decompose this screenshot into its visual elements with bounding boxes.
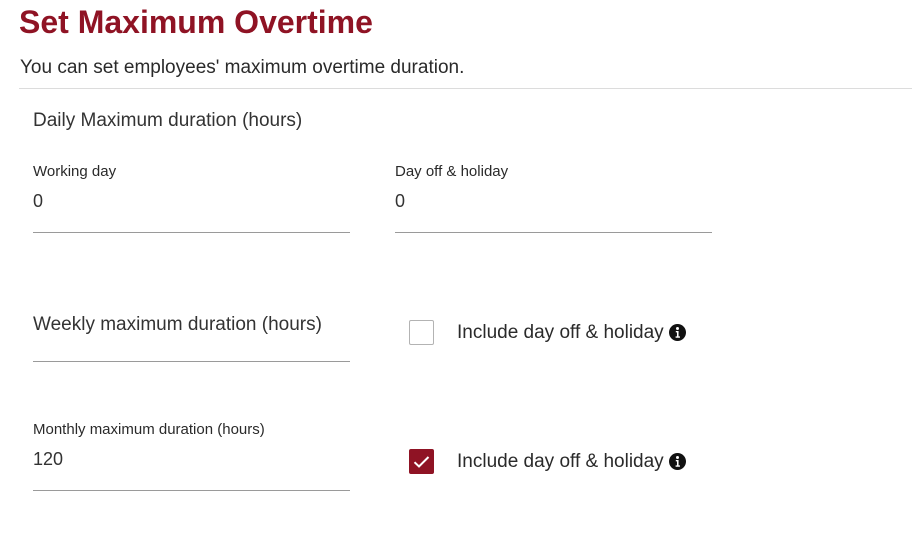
monthly-include-dayoff-option[interactable]: Include day off & holiday bbox=[409, 449, 686, 474]
working-day-field: Working day bbox=[33, 163, 350, 233]
weekly-max-field bbox=[33, 310, 350, 362]
weekly-include-dayoff-label: Include day off & holiday bbox=[457, 321, 664, 343]
monthly-max-label: Monthly maximum duration (hours) bbox=[33, 421, 265, 438]
monthly-include-dayoff-checkbox[interactable] bbox=[409, 449, 434, 474]
working-day-input[interactable] bbox=[33, 191, 343, 212]
working-day-underline bbox=[33, 232, 350, 233]
day-off-holiday-input[interactable] bbox=[395, 191, 705, 212]
monthly-include-dayoff-label: Include day off & holiday bbox=[457, 450, 664, 472]
daily-section-label: Daily Maximum duration (hours) bbox=[33, 110, 303, 131]
monthly-max-field: Monthly maximum duration (hours) bbox=[33, 421, 350, 491]
weekly-max-input[interactable] bbox=[33, 314, 343, 336]
info-circle-icon[interactable] bbox=[668, 453, 686, 470]
day-off-holiday-underline bbox=[395, 232, 712, 233]
info-circle-icon[interactable] bbox=[668, 324, 686, 341]
weekly-include-dayoff-option[interactable]: Include day off & holiday bbox=[409, 320, 686, 345]
weekly-include-dayoff-checkbox[interactable] bbox=[409, 320, 434, 345]
day-off-holiday-label: Day off & holiday bbox=[395, 163, 509, 180]
page-subtitle: You can set employees' maximum overtime … bbox=[20, 57, 465, 78]
weekly-max-underline bbox=[33, 361, 350, 362]
header-divider bbox=[19, 88, 912, 89]
working-day-label: Working day bbox=[33, 163, 117, 180]
checkmark-icon bbox=[413, 455, 430, 468]
monthly-max-input[interactable] bbox=[33, 449, 343, 470]
monthly-max-underline bbox=[33, 490, 350, 491]
day-off-holiday-field: Day off & holiday bbox=[395, 163, 712, 233]
page-title: Set Maximum Overtime bbox=[19, 4, 373, 40]
